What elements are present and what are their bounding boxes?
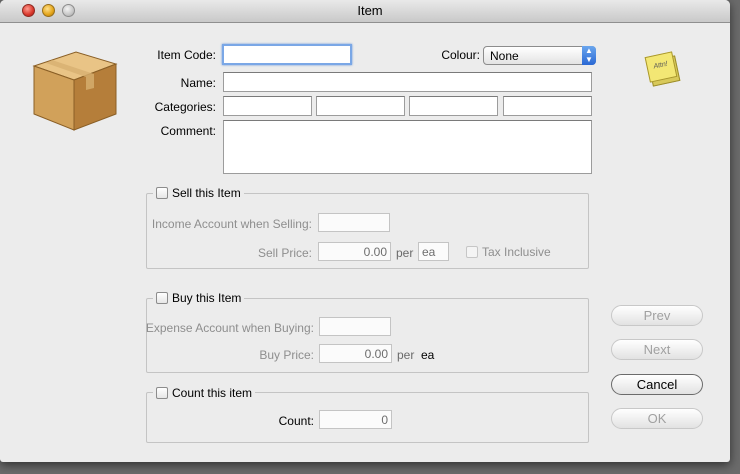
buy-checkbox-label[interactable]: Buy this Item [172,291,241,305]
category-input-1[interactable] [223,96,312,116]
buy-group-title: Buy this Item [153,291,245,305]
categories-label: Categories: [154,100,216,114]
sell-checkbox[interactable] [156,187,168,199]
buy-unit-text: ea [421,348,435,362]
expense-account-input[interactable] [319,317,391,336]
count-input[interactable] [319,410,392,429]
cancel-button[interactable]: Cancel [611,374,703,395]
count-group-title: Count this item [153,386,256,400]
box-icon [32,51,118,131]
tax-inclusive-checkbox[interactable] [466,246,478,258]
colour-select[interactable]: None ▲ ▼ [483,46,596,65]
buy-per-label: per [397,348,415,362]
window-title: Item [357,3,383,18]
buy-price-label: Buy Price: [259,348,314,362]
colour-select-value: None [490,49,519,63]
next-button[interactable]: Next [611,339,703,360]
category-input-3[interactable] [409,96,498,116]
name-input[interactable] [223,72,592,92]
sell-unit-input[interactable] [418,242,449,261]
item-code-input[interactable] [222,44,352,65]
sell-price-label: Sell Price: [257,246,312,260]
sell-group-title: Sell this Item [153,186,244,200]
comment-label: Comment: [160,124,216,138]
buy-checkbox[interactable] [156,292,168,304]
buy-price-input[interactable] [319,344,392,363]
tax-inclusive-label: Tax Inclusive [482,245,551,259]
sell-checkbox-label[interactable]: Sell this Item [172,186,241,200]
colour-label: Colour: [441,48,480,62]
count-checkbox[interactable] [156,387,168,399]
sell-per-label: per [396,246,414,260]
ok-button[interactable]: OK [611,408,703,429]
expense-account-label: Expense Account when Buying: [145,321,314,335]
comment-textarea[interactable] [223,120,592,174]
income-account-input[interactable] [318,213,390,232]
item-window: Item Attn! Item Code: Colour: None ▲ ▼ Na… [0,0,730,462]
prev-button[interactable]: Prev [611,305,703,326]
sell-price-input[interactable] [318,242,391,261]
select-arrows-icon: ▲ ▼ [582,46,596,65]
category-input-2[interactable] [316,96,405,116]
category-input-4[interactable] [503,96,592,116]
item-code-label: Item Code: [157,48,216,62]
count-checkbox-label[interactable]: Count this item [172,386,252,400]
attention-note-icon[interactable]: Attn! [644,51,681,87]
income-account-label: Income Account when Selling: [151,217,312,231]
count-label: Count: [278,414,314,428]
name-label: Name: [180,76,216,90]
tax-inclusive-option[interactable]: Tax Inclusive [466,245,551,259]
